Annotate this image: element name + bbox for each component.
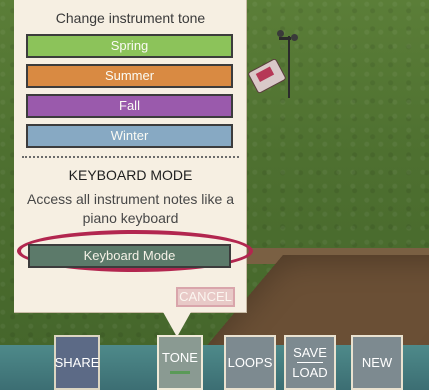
tone-button[interactable]: TONE	[157, 335, 203, 390]
load-label: LOAD	[292, 365, 328, 380]
game-scene: Change instrument tone Spring Summer Fal…	[0, 0, 429, 390]
save-load-separator	[297, 362, 323, 363]
new-label: NEW	[361, 355, 393, 370]
keyboard-mode-button[interactable]: Keyboard Mode	[28, 244, 231, 268]
tone-spring-button[interactable]: Spring	[26, 34, 233, 58]
share-button[interactable]: SHARE	[54, 335, 100, 390]
keyboard-mode-title: KEYBOARD MODE	[68, 167, 193, 183]
loops-label: LOOPS	[227, 355, 273, 370]
save-label: SAVE	[293, 345, 327, 360]
save-load-button[interactable]: SAVE LOAD	[284, 335, 336, 390]
share-label: SHARE	[54, 355, 100, 370]
panel-pointer	[163, 312, 191, 337]
tone-label: TONE	[162, 350, 198, 365]
panel-title: Change instrument tone	[55, 10, 206, 26]
loops-button[interactable]: LOOPS	[224, 335, 276, 390]
tone-winter-button[interactable]: Winter	[26, 124, 233, 148]
tone-fall-button[interactable]: Fall	[26, 94, 233, 118]
dotted-divider	[22, 156, 239, 158]
keyboard-mode-description: Access all instrument notes like a piano…	[27, 191, 234, 226]
tone-active-indicator	[170, 371, 190, 374]
tone-summer-button[interactable]: Summer	[26, 64, 233, 88]
new-button[interactable]: NEW	[351, 335, 403, 390]
cancel-button[interactable]: CANCEL	[176, 287, 235, 307]
tone-panel: Change instrument tone Spring Summer Fal…	[14, 0, 253, 313]
